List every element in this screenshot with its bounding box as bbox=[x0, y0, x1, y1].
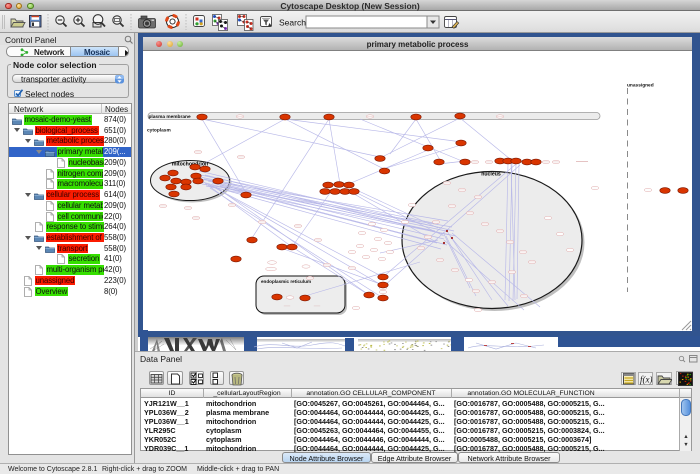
svg-text:cytoplasm: cytoplasm bbox=[147, 128, 171, 134]
svg-text:nucleus: nucleus bbox=[481, 172, 501, 178]
svg-text:plasma membrane: plasma membrane bbox=[149, 114, 191, 120]
svg-text:unassigned: unassigned bbox=[627, 83, 654, 89]
svg-text:Search:: Search: bbox=[279, 18, 308, 28]
svg-text:f(x): f(x) bbox=[640, 375, 652, 385]
svg-text:endoplasmic reticulum: endoplasmic reticulum bbox=[261, 279, 311, 284]
